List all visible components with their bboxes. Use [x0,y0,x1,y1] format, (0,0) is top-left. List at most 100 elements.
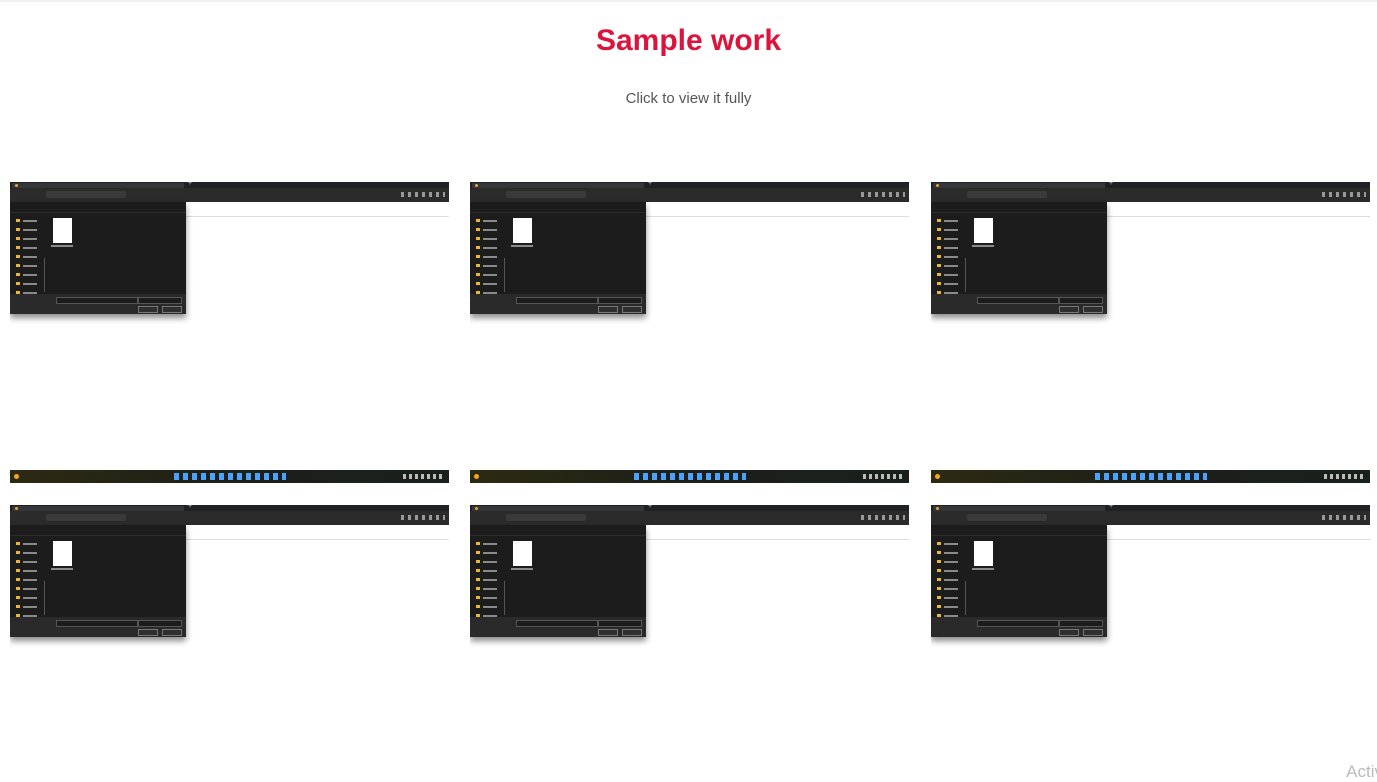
navigation-item-label [944,219,958,222]
new-tab-icon: + [188,182,193,187]
system-tray-icons [863,474,903,479]
navigation-item-label [483,542,497,545]
navigation-item [476,216,508,225]
file-type-select [1059,620,1103,627]
sample-work-screenshot-6[interactable]: + [931,505,1370,671]
file-thumbnail-caption [972,568,994,570]
navigation-item-label [483,264,497,267]
sample-work-screenshot-5[interactable]: + [470,505,909,671]
dialog-toolbar [10,527,186,536]
navigation-item-label [944,605,958,608]
navigation-item [476,225,508,234]
navigation-item-label [483,569,497,572]
file-open-dialog [470,202,646,314]
folder-icon [16,273,20,276]
folder-icon [476,273,480,276]
tab-favicon-icon [15,184,18,187]
file-open-dialog [10,202,186,314]
weather-icon [935,474,940,479]
navigation-item [937,548,969,557]
blank-page-area [1107,525,1370,540]
dialog-footer [10,294,186,314]
navigation-item-label [23,282,37,285]
file-thumbnail [974,218,993,243]
navigation-item-label [944,587,958,590]
dialog-toolbar [470,527,646,536]
folder-icon [937,596,941,599]
new-tab-icon: + [648,182,653,187]
navigation-item-label [944,228,958,231]
cancel-button [162,629,182,636]
folder-icon [937,255,941,258]
file-thumbnail [513,218,532,243]
folder-icon [16,605,20,608]
file-name-field [56,297,138,304]
navigation-item [476,548,508,557]
file-thumbnail-caption [51,568,73,570]
tab-favicon-icon [936,184,939,187]
navigation-item-label [944,596,958,599]
folder-icon [16,264,20,267]
folder-icon [937,282,941,285]
navigation-item [476,243,508,252]
sample-work-screenshot-2[interactable]: + [470,182,909,348]
open-button [1059,306,1079,313]
folder-icon [476,228,480,231]
navigation-item-label [23,246,37,249]
browser-address-bar [10,188,449,202]
navigation-item-label [23,228,37,231]
file-thumbnail-caption [972,245,994,247]
folder-icon [476,237,480,240]
navigation-item-label [944,551,958,554]
navigation-item-label [23,219,37,222]
navigation-item [937,234,969,243]
navigation-item-label [23,273,37,276]
sample-gallery: + + + + + + [10,0,1370,776]
browser-toolbar-icons [401,192,445,197]
weather-icon [14,474,19,479]
blank-page-area [646,202,909,217]
navigation-item-label [483,246,497,249]
navigation-item-label [23,605,37,608]
new-tab-icon: + [648,505,653,510]
pane-divider [504,258,505,292]
cancel-button [622,306,642,313]
navigation-item [16,225,48,234]
navigation-item [476,234,508,243]
dialog-footer [931,294,1107,314]
sample-work-screenshot-4[interactable]: + [10,505,449,671]
navigation-item-label [944,273,958,276]
file-type-select [598,620,642,627]
folder-icon [937,264,941,267]
dialog-footer [470,294,646,314]
navigation-item [937,216,969,225]
folder-icon [476,578,480,581]
folder-icon [937,560,941,563]
open-button [138,629,158,636]
file-thumbnail [53,541,72,566]
address-field [506,191,586,198]
folder-icon [937,578,941,581]
file-name-field [56,620,138,627]
navigation-item-label [944,264,958,267]
tab-favicon-icon [475,184,478,187]
folder-icon [937,605,941,608]
pane-divider [965,581,966,615]
new-tab-icon: + [188,505,193,510]
sample-work-screenshot-1[interactable]: + [10,182,449,348]
folder-icon [16,228,20,231]
sample-work-screenshot-3[interactable]: + [931,182,1370,348]
navigation-item [16,216,48,225]
windows-taskbar [931,470,1370,483]
folder-icon [476,219,480,222]
browser-toolbar-icons [401,515,445,520]
folder-icon [476,560,480,563]
pane-divider [44,258,45,292]
tab-favicon-icon [475,507,478,510]
folder-icon [937,237,941,240]
navigation-item-label [483,219,497,222]
folder-icon [16,542,20,545]
navigation-item-label [23,569,37,572]
navigation-item-label [944,542,958,545]
open-button [598,629,618,636]
